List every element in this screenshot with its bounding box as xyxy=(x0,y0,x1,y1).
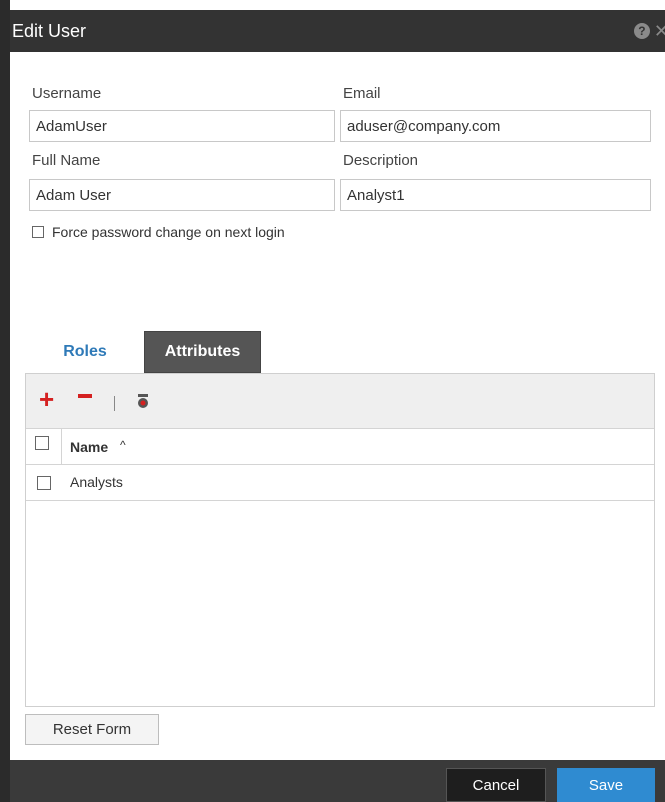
titlebar-icons: ? ✕ xyxy=(633,10,665,52)
description-label: Description xyxy=(343,152,419,169)
table-row[interactable]: Analysts xyxy=(26,465,654,501)
dialog-title: Edit User xyxy=(12,20,87,41)
role-name-cell: Analysts xyxy=(70,474,123,490)
roles-toolbar: + xyxy=(26,374,654,428)
add-role-icon[interactable]: + xyxy=(39,386,54,412)
toolbar-separator xyxy=(114,396,115,411)
tab-roles[interactable]: Roles xyxy=(27,331,143,373)
close-icon[interactable]: ✕ xyxy=(654,21,665,42)
left-background-strip xyxy=(0,0,10,802)
description-input[interactable] xyxy=(340,179,651,211)
force-password-label[interactable]: Force password change on next login xyxy=(52,224,285,240)
fullname-input[interactable] xyxy=(29,179,335,211)
save-button[interactable]: Save xyxy=(557,768,655,802)
remove-role-icon[interactable] xyxy=(78,394,92,398)
roles-grid-header: Name ^ xyxy=(26,428,654,465)
username-input[interactable] xyxy=(29,110,335,142)
help-icon[interactable]: ? xyxy=(633,23,650,39)
name-column-header[interactable]: Name xyxy=(70,439,108,455)
fullname-label: Full Name xyxy=(32,152,101,169)
dialog-titlebar: Edit User ? ✕ xyxy=(10,10,665,52)
email-input[interactable] xyxy=(340,110,651,142)
row-checkbox[interactable] xyxy=(37,476,51,490)
column-divider xyxy=(61,429,62,465)
username-label: Username xyxy=(32,85,102,102)
tab-attributes[interactable]: Attributes xyxy=(144,331,261,373)
force-password-checkbox[interactable] xyxy=(32,226,44,238)
sort-ascending-icon[interactable]: ^ xyxy=(120,438,126,452)
role-icon[interactable] xyxy=(136,394,150,410)
reset-form-button[interactable]: Reset Form xyxy=(25,714,159,745)
select-all-checkbox[interactable] xyxy=(35,436,49,450)
cancel-button[interactable]: Cancel xyxy=(446,768,546,802)
roles-panel: + Name ^ Analysts xyxy=(25,373,655,707)
email-label: Email xyxy=(343,85,381,102)
